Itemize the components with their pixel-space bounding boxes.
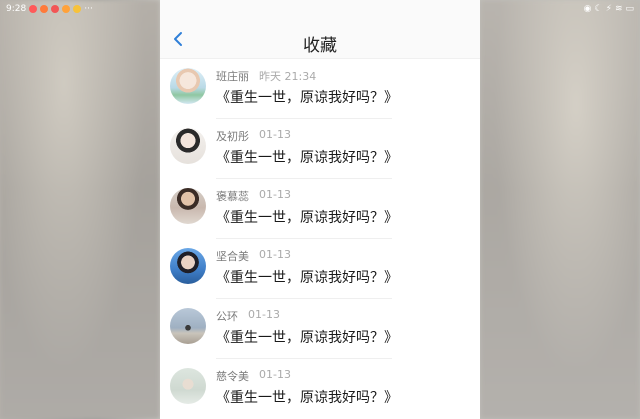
list-item[interactable]: 班庄丽 昨天 21:34 《重生一世，原谅我好吗？》 [160, 59, 480, 119]
notification-icon [29, 5, 38, 13]
list-item[interactable]: 及初彤 01-13 《重生一世，原谅我好吗？》 [160, 119, 480, 179]
sender-name: 坚合美 [216, 250, 249, 263]
sender-name: 公环 [216, 310, 238, 323]
list-item[interactable]: 慈令美 01-13 《重生一世，原谅我好吗？》 [160, 359, 480, 419]
favorites-panel: 收藏 班庄丽 昨天 21:34 《重生一世，原谅我好吗？》 及初彤 01-13 … [160, 0, 480, 419]
item-content: 《重生一世，原谅我好吗？》 [216, 90, 398, 106]
list-item[interactable]: 褒慕蕊 01-13 《重生一世，原谅我好吗？》 [160, 179, 480, 239]
wifi-icon: ≋ [614, 4, 623, 14]
item-time: 01-13 [259, 368, 291, 381]
favorites-list: 班庄丽 昨天 21:34 《重生一世，原谅我好吗？》 及初彤 01-13 《重生… [160, 59, 480, 419]
battery-icon: ▭ [625, 4, 634, 14]
more-notifications-icon: ··· [84, 4, 93, 14]
item-content: 《重生一世，原谅我好吗？》 [216, 150, 398, 166]
avatar [170, 308, 206, 344]
avatar [170, 188, 206, 224]
avatar [170, 128, 206, 164]
item-time: 昨天 21:34 [259, 70, 317, 83]
sender-name: 褒慕蕊 [216, 190, 249, 203]
signal-icon: ⚡ [605, 4, 612, 14]
page-title: 收藏 [303, 36, 337, 56]
eye-icon: ◉ [583, 4, 592, 14]
status-time: 9:28 [6, 4, 27, 14]
notification-icon [51, 5, 60, 13]
sender-name: 班庄丽 [216, 70, 249, 83]
moon-icon: ☾ [594, 4, 603, 14]
item-content: 《重生一世，原谅我好吗？》 [216, 330, 398, 346]
item-time: 01-13 [259, 188, 291, 201]
list-item[interactable]: 坚合美 01-13 《重生一世，原谅我好吗？》 [160, 239, 480, 299]
notification-icon [73, 5, 82, 13]
avatar [170, 368, 206, 404]
avatar [170, 68, 206, 104]
sender-name: 慈令美 [216, 370, 249, 383]
item-content: 《重生一世，原谅我好吗？》 [216, 390, 398, 406]
item-content: 《重生一世，原谅我好吗？》 [216, 210, 398, 226]
background-right [480, 0, 640, 419]
notification-icon [62, 5, 71, 13]
notification-icon [40, 5, 49, 13]
background-left [0, 0, 160, 419]
status-bar: 9:28 ··· ◉ ☾ ⚡ ≋ ▭ [0, 0, 640, 18]
avatar [170, 248, 206, 284]
item-time: 01-13 [259, 248, 291, 261]
list-item[interactable]: 公环 01-13 《重生一世，原谅我好吗？》 [160, 299, 480, 359]
item-content: 《重生一世，原谅我好吗？》 [216, 270, 398, 286]
item-time: 01-13 [259, 128, 291, 141]
item-time: 01-13 [248, 308, 280, 321]
sender-name: 及初彤 [216, 130, 249, 143]
